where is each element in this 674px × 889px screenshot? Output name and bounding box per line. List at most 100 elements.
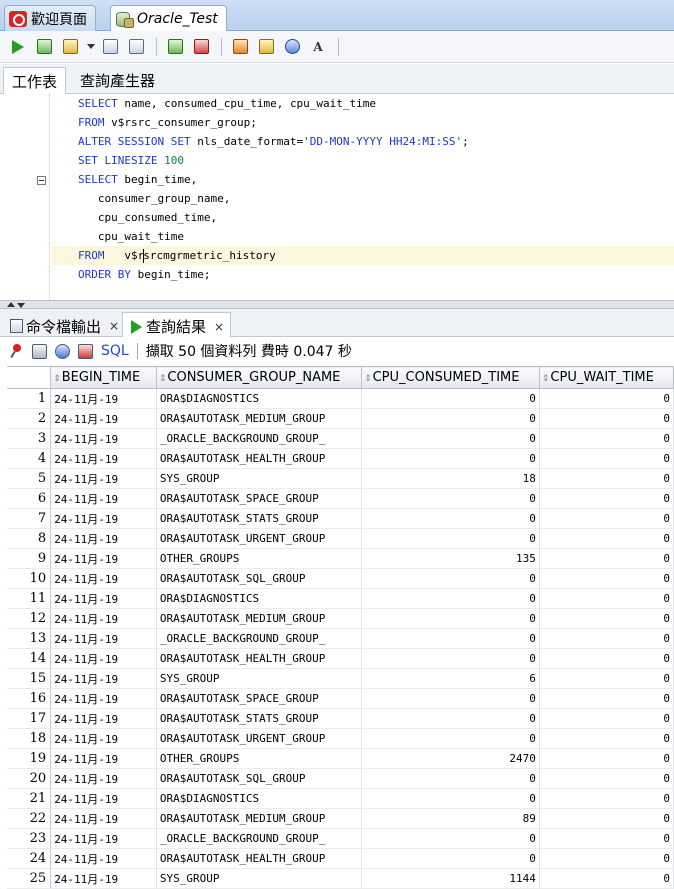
- cell-cpu-consumed-time[interactable]: 89: [361, 808, 540, 829]
- row-number[interactable]: 10: [7, 568, 52, 589]
- cell-begin-time[interactable]: 24-11月-19: [50, 808, 157, 829]
- code-line-current[interactable]: FROM v$rsrcmgrmetric_history: [52, 246, 674, 265]
- cell-cpu-consumed-time[interactable]: 0: [361, 628, 540, 649]
- sql-tuning-button[interactable]: [126, 37, 146, 57]
- cell-consumer-group-name[interactable]: _ORACLE_BACKGROUND_GROUP_: [156, 828, 363, 849]
- run-statement-button[interactable]: [8, 37, 28, 57]
- table-row[interactable]: 22 24-11月-19 ORA$AUTOTASK_MEDIUM_GROUP 89 0: [7, 808, 674, 829]
- row-number[interactable]: 3: [7, 428, 52, 449]
- cell-consumer-group-name[interactable]: ORA$DIAGNOSTICS: [156, 788, 363, 809]
- table-row[interactable]: 9 24-11月-19 OTHER_GROUPS 135 0: [7, 548, 674, 569]
- table-row[interactable]: 18 24-11月-19 ORA$AUTOTASK_URGENT_GROUP 0 0: [7, 728, 674, 749]
- table-row[interactable]: 20 24-11月-19 ORA$AUTOTASK_SQL_GROUP 0 0: [7, 768, 674, 789]
- cell-consumer-group-name[interactable]: ORA$AUTOTASK_STATS_GROUP: [156, 508, 363, 529]
- table-row[interactable]: 1 24-11月-19 ORA$DIAGNOSTICS 0 0: [7, 388, 674, 409]
- cell-consumer-group-name[interactable]: ORA$AUTOTASK_URGENT_GROUP: [156, 728, 363, 749]
- row-number[interactable]: 24: [7, 848, 52, 869]
- cell-begin-time[interactable]: 24-11月-19: [50, 488, 157, 509]
- row-number[interactable]: 19: [7, 748, 52, 769]
- cell-consumer-group-name[interactable]: OTHER_GROUPS: [156, 748, 363, 769]
- table-row[interactable]: 19 24-11月-19 OTHER_GROUPS 2470 0: [7, 748, 674, 769]
- cell-begin-time[interactable]: 24-11月-19: [50, 468, 157, 489]
- table-row[interactable]: 24 24-11月-19 ORA$AUTOTASK_HEALTH_GROUP 0 0: [7, 848, 674, 869]
- cell-begin-time[interactable]: 24-11月-19: [50, 788, 157, 809]
- cell-cpu-wait-time[interactable]: 0: [539, 608, 674, 629]
- cell-consumer-group-name[interactable]: ORA$AUTOTASK_SQL_GROUP: [156, 568, 363, 589]
- cell-cpu-consumed-time[interactable]: 18: [361, 468, 540, 489]
- table-row[interactable]: 13 24-11月-19 _ORACLE_BACKGROUND_GROUP_ 0 0: [7, 628, 674, 649]
- cell-cpu-wait-time[interactable]: 0: [539, 388, 674, 409]
- close-icon[interactable]: ×: [214, 320, 224, 334]
- rollback-button[interactable]: [191, 37, 211, 57]
- table-row[interactable]: 11 24-11月-19 ORA$DIAGNOSTICS 0 0: [7, 588, 674, 609]
- cell-consumer-group-name[interactable]: ORA$AUTOTASK_HEALTH_GROUP: [156, 448, 363, 469]
- row-number[interactable]: 22: [7, 808, 52, 829]
- cell-cpu-wait-time[interactable]: 0: [539, 848, 674, 869]
- cell-begin-time[interactable]: 24-11月-19: [50, 708, 157, 729]
- unshared-sql-button[interactable]: [230, 37, 250, 57]
- cell-begin-time[interactable]: 24-11月-19: [50, 628, 157, 649]
- tab-worksheet[interactable]: 工作表: [3, 67, 67, 94]
- run-script-button[interactable]: [34, 37, 54, 57]
- refresh-icon[interactable]: [55, 343, 70, 359]
- cell-cpu-wait-time[interactable]: 0: [539, 668, 674, 689]
- table-row[interactable]: 7 24-11月-19 ORA$AUTOTASK_STATS_GROUP 0 0: [7, 508, 674, 529]
- cell-cpu-consumed-time[interactable]: 0: [361, 728, 540, 749]
- clear-button[interactable]: [256, 37, 276, 57]
- row-number[interactable]: 9: [7, 548, 52, 569]
- table-row[interactable]: 23 24-11月-19 _ORACLE_BACKGROUND_GROUP_ 0 0: [7, 828, 674, 849]
- code-line[interactable]: consumer_group_name,: [52, 189, 674, 208]
- cell-cpu-consumed-time[interactable]: 0: [361, 608, 540, 629]
- cell-cpu-consumed-time[interactable]: 6: [361, 668, 540, 689]
- sql-history-button[interactable]: [282, 37, 302, 57]
- cell-consumer-group-name[interactable]: SYS_GROUP: [156, 668, 363, 689]
- cell-consumer-group-name[interactable]: ORA$AUTOTASK_SQL_GROUP: [156, 768, 363, 789]
- cell-cpu-wait-time[interactable]: 0: [539, 508, 674, 529]
- cell-consumer-group-name[interactable]: ORA$AUTOTASK_STATS_GROUP: [156, 708, 363, 729]
- table-row[interactable]: 21 24-11月-19 ORA$DIAGNOSTICS 0 0: [7, 788, 674, 809]
- cell-begin-time[interactable]: 24-11月-19: [50, 768, 157, 789]
- table-row[interactable]: 6 24-11月-19 ORA$AUTOTASK_SPACE_GROUP 0 0: [7, 488, 674, 509]
- tab-script-output[interactable]: 命令檔輸出 ×: [2, 312, 125, 337]
- cell-cpu-consumed-time[interactable]: 0: [361, 848, 540, 869]
- column-header-consumer-group-name[interactable]: ⇕CONSUMER_GROUP_NAME: [155, 366, 363, 389]
- collapse-down-icon[interactable]: [17, 303, 25, 308]
- row-number[interactable]: 18: [7, 728, 52, 749]
- autotrace-dropdown[interactable]: [86, 37, 96, 57]
- cell-consumer-group-name[interactable]: ORA$DIAGNOSTICS: [156, 588, 363, 609]
- cell-cpu-wait-time[interactable]: 0: [539, 868, 674, 889]
- cell-begin-time[interactable]: 24-11月-19: [50, 428, 157, 449]
- cell-cpu-consumed-time[interactable]: 0: [361, 788, 540, 809]
- row-number[interactable]: 17: [7, 708, 52, 729]
- cell-cpu-wait-time[interactable]: 0: [539, 448, 674, 469]
- cell-cpu-wait-time[interactable]: 0: [539, 588, 674, 609]
- cell-cpu-wait-time[interactable]: 0: [539, 808, 674, 829]
- explain-plan-button[interactable]: [100, 37, 120, 57]
- cell-consumer-group-name[interactable]: ORA$AUTOTASK_SPACE_GROUP: [156, 488, 363, 509]
- table-row[interactable]: 8 24-11月-19 ORA$AUTOTASK_URGENT_GROUP 0 0: [7, 528, 674, 549]
- cell-cpu-consumed-time[interactable]: 0: [361, 768, 540, 789]
- cell-consumer-group-name[interactable]: SYS_GROUP: [156, 468, 363, 489]
- cell-consumer-group-name[interactable]: ORA$DIAGNOSTICS: [156, 388, 363, 409]
- cell-cpu-wait-time[interactable]: 0: [539, 528, 674, 549]
- column-header-begin-time[interactable]: ⇕BEGIN_TIME: [50, 366, 157, 389]
- cell-consumer-group-name[interactable]: OTHER_GROUPS: [156, 548, 363, 569]
- cell-cpu-consumed-time[interactable]: 0: [361, 388, 540, 409]
- delete-icon[interactable]: [78, 343, 93, 359]
- row-number[interactable]: 5: [7, 468, 52, 489]
- cell-cpu-consumed-time[interactable]: 0: [361, 688, 540, 709]
- row-number[interactable]: 23: [7, 828, 52, 849]
- table-row[interactable]: 2 24-11月-19 ORA$AUTOTASK_MEDIUM_GROUP 0 0: [7, 408, 674, 429]
- column-header-cpu-consumed-time[interactable]: ⇕CPU_CONSUMED_TIME: [361, 366, 540, 389]
- cell-cpu-wait-time[interactable]: 0: [539, 408, 674, 429]
- cell-consumer-group-name[interactable]: ORA$AUTOTASK_HEALTH_GROUP: [156, 848, 363, 869]
- table-row[interactable]: 4 24-11月-19 ORA$AUTOTASK_HEALTH_GROUP 0 0: [7, 448, 674, 469]
- table-row[interactable]: 17 24-11月-19 ORA$AUTOTASK_STATS_GROUP 0 0: [7, 708, 674, 729]
- row-number[interactable]: 6: [7, 488, 52, 509]
- cell-cpu-consumed-time[interactable]: 0: [361, 408, 540, 429]
- row-number[interactable]: 20: [7, 768, 52, 789]
- cell-consumer-group-name[interactable]: ORA$AUTOTASK_SPACE_GROUP: [156, 688, 363, 709]
- cell-cpu-wait-time[interactable]: 0: [539, 428, 674, 449]
- cell-consumer-group-name[interactable]: ORA$AUTOTASK_MEDIUM_GROUP: [156, 608, 363, 629]
- code-line[interactable]: SELECT name, consumed_cpu_time, cpu_wait…: [52, 94, 674, 113]
